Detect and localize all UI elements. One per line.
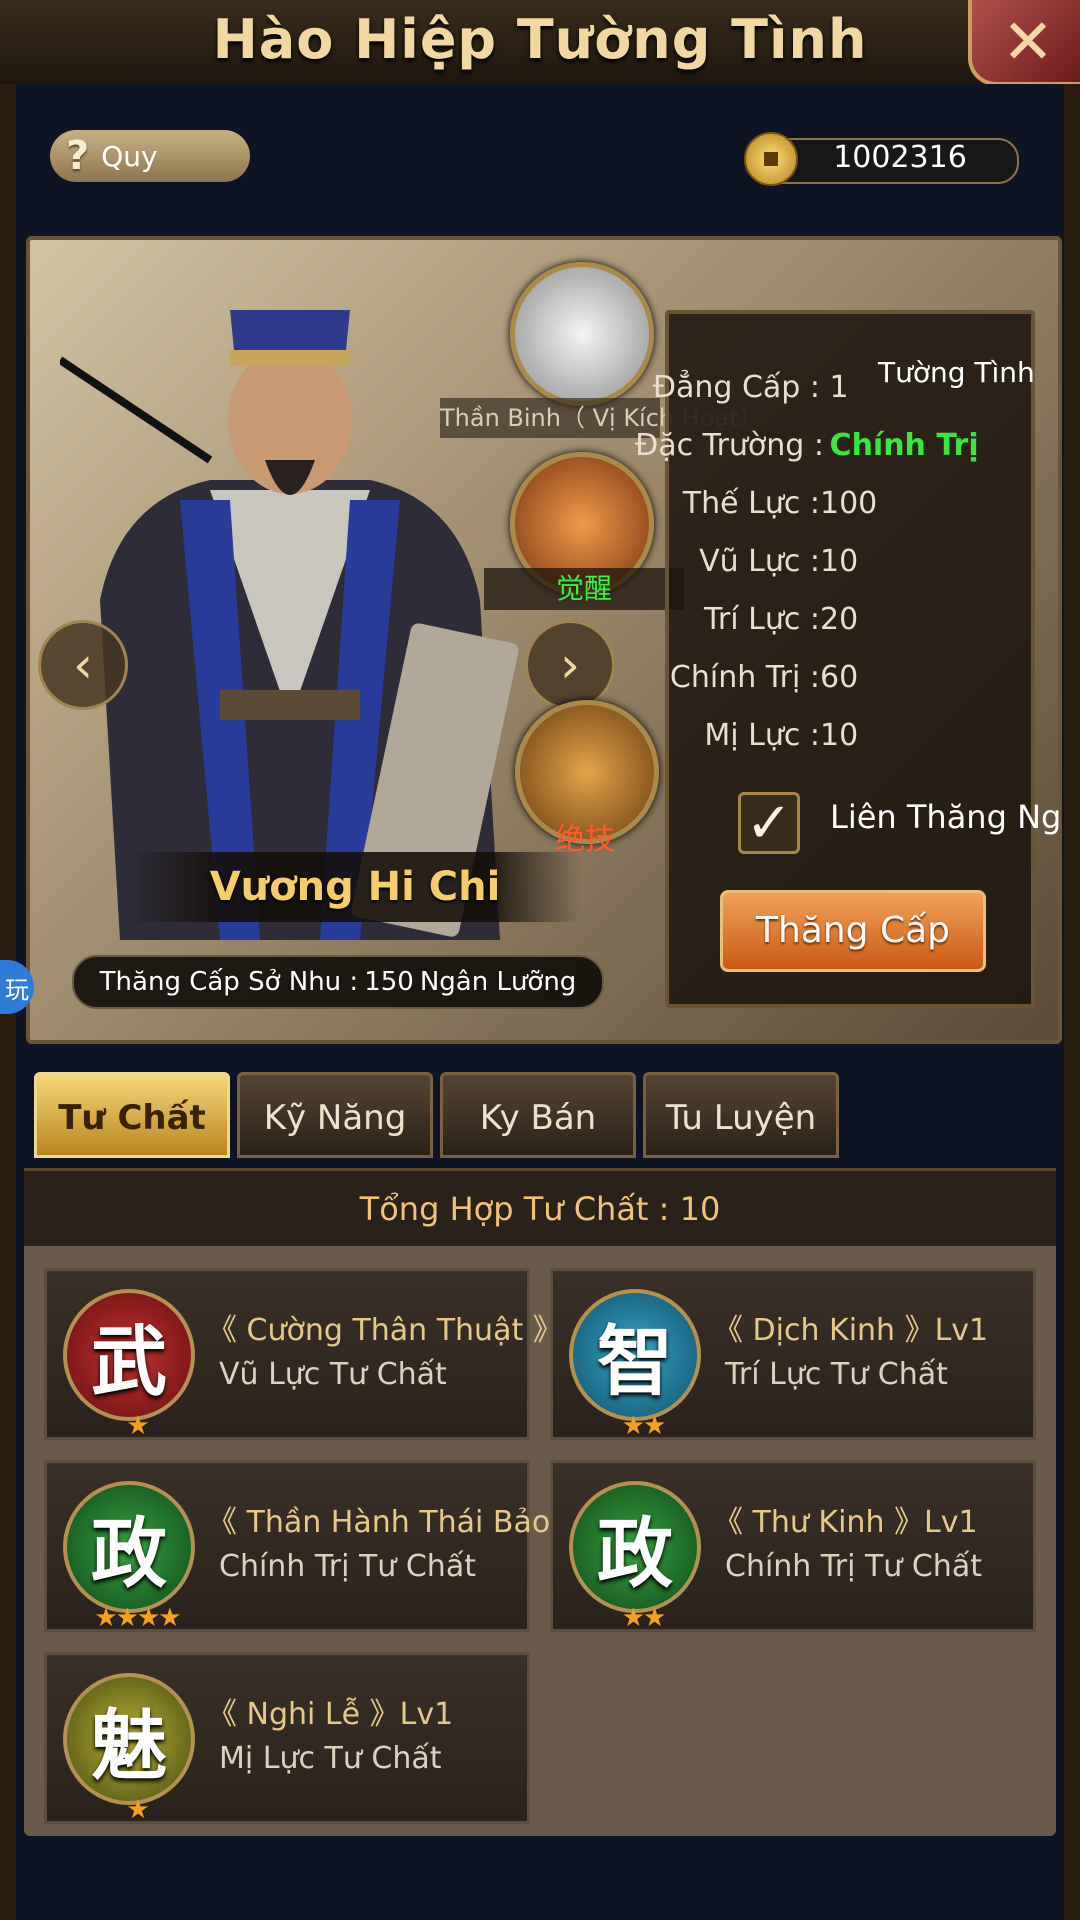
rules-label: Quy (101, 139, 158, 173)
stat-power: Thế Lực :100 (682, 486, 878, 521)
auto-upgrade-checkbox[interactable]: ✓ (738, 790, 800, 856)
talent-subtitle: Mị Lực Tư Chất (219, 1741, 442, 1776)
hero-tag: Tường Tình (878, 356, 1035, 389)
stat-charm: Mị Lực :10 (704, 718, 859, 753)
chevron-right-icon: › (560, 636, 580, 694)
talent-subtitle: Trí Lực Tư Chất (725, 1357, 948, 1392)
tab-mount[interactable]: Ky Bán (440, 1072, 636, 1158)
star-rating: ★ (126, 1795, 149, 1825)
upgrade-cost: Thăng Cấp Sở Nhu : 150 Ngân Lưỡng (72, 955, 604, 1009)
weapon-scroll-icon[interactable] (510, 262, 654, 406)
talent-card[interactable]: 政 ★★ 《 Thư Kinh 》Lv1 Chính Trị Tư Chất (550, 1460, 1036, 1633)
summary-value: 10 (679, 1190, 721, 1228)
stat-force: Vũ Lực :10 (699, 544, 859, 579)
talent-subtitle: Chính Trị Tư Chất (725, 1549, 982, 1584)
talent-title: 《 Nghi Lễ 》Lv1 (207, 1697, 454, 1732)
star-rating: ★★★★ (94, 1603, 181, 1633)
politics-emblem-icon: 政 (569, 1481, 701, 1613)
stat-specialty: Đặc Trường : Chính Trị (635, 428, 979, 463)
tab-training[interactable]: Tu Luyện (643, 1072, 839, 1158)
chevron-left-icon: ‹ (73, 636, 93, 694)
talent-card[interactable]: 武 ★ 《 Cường Thân Thuật 》Lv1 Vũ Lực Tư Ch… (44, 1268, 616, 1441)
politics-emblem-icon: 政 (63, 1481, 195, 1613)
tab-skills[interactable]: Kỹ Năng (237, 1072, 433, 1158)
hero-portrait (60, 310, 519, 940)
talent-subtitle: Vũ Lực Tư Chất (219, 1357, 447, 1392)
cost-amount: 150 (364, 967, 414, 997)
star-rating: ★★ (621, 1411, 667, 1441)
talent-card[interactable]: 智 ★★ 《 Dịch Kinh 》Lv1 Trí Lực Tư Chất (550, 1268, 1036, 1441)
talent-card[interactable]: 政 ★★★★ 《 Thần Hành Thái Bảo 》Lv1 Chính T… (44, 1460, 643, 1633)
talent-subtitle: Chính Trị Tư Chất (219, 1549, 476, 1584)
aptitude-summary: Tổng Hợp Tư Chất : 10 (24, 1168, 1056, 1247)
martial-emblem-icon: 武 (63, 1289, 195, 1421)
stat-level: Đẳng Cấp : 1 (652, 370, 849, 405)
close-button[interactable]: ✕ (968, 0, 1080, 86)
upgrade-button[interactable]: Thăng Cấp (720, 890, 986, 972)
page-title: Hào Hiệp Tường Tình (212, 8, 868, 71)
cost-unit: Ngân Lưỡng (419, 967, 577, 997)
close-icon: ✕ (1002, 4, 1054, 78)
hero-name: Vương Hi Chi (130, 852, 580, 922)
talent-title: 《 Dịch Kinh 》Lv1 (713, 1313, 989, 1348)
frame-right (1064, 84, 1080, 1920)
stat-intellect: Trí Lực :20 (704, 602, 859, 637)
star-rating: ★ (126, 1411, 149, 1441)
stat-politics: Chính Trị :60 (669, 660, 859, 695)
next-hero-button[interactable]: › (525, 620, 615, 710)
rules-button[interactable]: ? Quy (50, 130, 250, 182)
talent-card[interactable]: 魅 ★ 《 Nghi Lễ 》Lv1 Mị Lực Tư Chất (44, 1652, 530, 1825)
tab-aptitude[interactable]: Tư Chất (34, 1072, 230, 1158)
gold-amount: 1002316 (833, 140, 967, 175)
star-rating: ★★ (621, 1603, 667, 1633)
summary-label: Tổng Hợp Tư Chất : (359, 1190, 670, 1228)
talent-title: 《 Thư Kinh 》Lv1 (713, 1505, 978, 1540)
charm-emblem-icon: 魅 (63, 1673, 195, 1805)
coin-icon (744, 132, 798, 186)
previous-hero-button[interactable]: ‹ (38, 620, 128, 710)
checkmark-icon: ✓ (745, 790, 793, 856)
wisdom-emblem-icon: 智 (569, 1289, 701, 1421)
cost-label: Thăng Cấp Sở Nhu : (99, 967, 359, 997)
weapon-label: Thần Binh（ Vị Kích Hoạt） (440, 398, 763, 438)
auto-upgrade-label: Liên Thăng Ngũ Cấp (830, 798, 1060, 836)
question-icon: ? (66, 133, 90, 179)
